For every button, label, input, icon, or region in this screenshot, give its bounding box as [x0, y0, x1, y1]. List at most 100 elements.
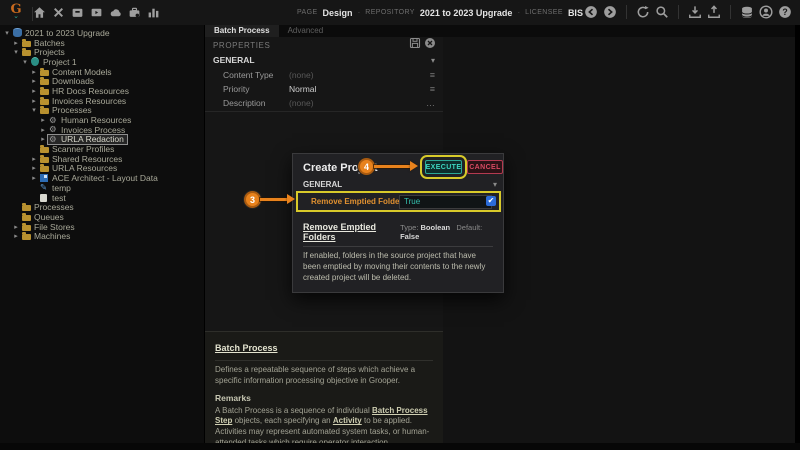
- checkbox-checked[interactable]: ✔: [486, 196, 496, 206]
- tree-item-icon: [22, 232, 33, 241]
- property-value[interactable]: Normal: [289, 84, 430, 94]
- annotation-arrow-4: [374, 165, 410, 168]
- property-value[interactable]: (none): [289, 98, 426, 108]
- tree-item[interactable]: ✎ temp: [0, 183, 204, 193]
- context-breadcrumb: PAGE Design · REPOSITORY 2021 to 2023 Up…: [297, 7, 583, 18]
- expand-icon[interactable]: ▸: [30, 164, 38, 172]
- top-bar: G ⌄ PAGE Design · REPOSITORY 2021 to 202: [0, 0, 800, 26]
- tree-item-label: Machines: [34, 231, 71, 242]
- tree-item-icon: [40, 193, 51, 202]
- tree-item[interactable]: ▸ File Stores: [0, 222, 204, 232]
- expand-icon[interactable]: ▸: [39, 135, 47, 143]
- design-tools-icon[interactable]: [51, 5, 65, 19]
- grooper-logo-icon[interactable]: G ⌄: [7, 3, 25, 22]
- tab-advanced[interactable]: Advanced: [279, 25, 333, 37]
- expand-icon[interactable]: ▸: [30, 68, 38, 76]
- tree-item[interactable]: ▸ Content Models: [0, 67, 204, 77]
- property-row[interactable]: Description (none) …: [205, 96, 443, 110]
- tab-batch-process[interactable]: Batch Process: [205, 25, 279, 37]
- refresh-icon[interactable]: [636, 5, 650, 19]
- expand-icon[interactable]: ▸: [39, 126, 47, 134]
- expand-icon[interactable]: ▸: [30, 97, 38, 105]
- property-label: Priority: [223, 84, 250, 94]
- database-icon[interactable]: [740, 5, 754, 19]
- property-row[interactable]: Priority Normal ≡: [205, 82, 443, 96]
- expand-icon[interactable]: ▾: [21, 58, 29, 66]
- property-value[interactable]: (none): [289, 70, 430, 80]
- cancel-edit-icon[interactable]: [424, 36, 436, 54]
- tree-item-icon: [22, 38, 33, 47]
- expand-icon[interactable]: ▸: [30, 155, 38, 163]
- execute-button[interactable]: EXECUTE: [420, 155, 467, 179]
- expand-icon[interactable]: ▾: [12, 48, 20, 56]
- repository-value: 2021 to 2023 Upgrade: [419, 7, 513, 18]
- tree-item[interactable]: ▸ Invoices Resources: [0, 96, 204, 106]
- tree-item[interactable]: Processes: [0, 202, 204, 212]
- properties-header: PROPERTIES: [205, 37, 443, 53]
- tree-item-icon: [40, 96, 51, 105]
- batches-icon[interactable]: [70, 5, 84, 19]
- property-value-input[interactable]: True: [399, 194, 492, 209]
- remarks-label: Remarks: [215, 392, 251, 403]
- chevron-down-icon[interactable]: ▾: [431, 56, 443, 65]
- expand-icon[interactable]: ▸: [30, 77, 38, 85]
- expand-icon[interactable]: ▾: [3, 29, 11, 37]
- property-row[interactable]: Content Type (none) ≡: [205, 68, 443, 82]
- cancel-button[interactable]: CANCEL: [467, 160, 503, 174]
- tab-bar: Batch Process Advanced: [205, 25, 443, 37]
- dialog-help-body: If enabled, folders in the source projec…: [303, 251, 486, 283]
- property-action-icon[interactable]: ≡: [430, 84, 443, 94]
- tree-item[interactable]: ▸ Machines: [0, 231, 204, 241]
- svg-text:?: ?: [782, 7, 787, 17]
- media-icon[interactable]: [89, 5, 103, 19]
- property-action-icon[interactable]: ≡: [430, 70, 443, 80]
- upload-icon[interactable]: [707, 5, 721, 19]
- tree-item[interactable]: ▾ Projects: [0, 47, 204, 57]
- activity-link[interactable]: Activity: [333, 416, 362, 425]
- create-project-dialog: Create Project EXECUTE CANCEL GENERAL ▾ …: [292, 153, 504, 293]
- tree-item[interactable]: Queues: [0, 212, 204, 222]
- tree: ▾ 2021 to 2023 Upgrade ▸ Batches ▾ Proje…: [0, 25, 204, 241]
- expand-icon[interactable]: ▸: [12, 223, 20, 231]
- download-icon[interactable]: [688, 5, 702, 19]
- general-group-header[interactable]: GENERAL ▾: [205, 53, 443, 67]
- stats-icon[interactable]: [146, 5, 160, 19]
- tree-item-icon: [40, 154, 51, 163]
- annotation-arrowhead-3: [287, 194, 295, 204]
- save-icon[interactable]: [409, 36, 421, 54]
- property-action-icon[interactable]: …: [426, 98, 443, 108]
- tree-item[interactable]: ▸ Batches: [0, 38, 204, 48]
- tree-item-icon: [31, 57, 42, 67]
- property-label: Description: [223, 98, 266, 108]
- forward-icon[interactable]: [603, 5, 617, 19]
- tree-item[interactable]: ▸ ACE Architect - Layout Data: [0, 173, 204, 183]
- cloud-icon[interactable]: [108, 5, 122, 19]
- licensee-value: BIS: [567, 7, 583, 18]
- properties-title: PROPERTIES: [213, 40, 271, 50]
- tree-item-icon: [40, 67, 51, 76]
- expand-icon[interactable]: ▸: [39, 116, 47, 124]
- expand-icon[interactable]: ▸: [30, 87, 38, 95]
- tree-item-icon: [22, 48, 33, 57]
- jobs-icon[interactable]: [127, 5, 141, 19]
- expand-icon[interactable]: ▸: [12, 232, 20, 240]
- dialog-help-panel: Remove Emptied Folders Type: Boolean Def…: [293, 216, 503, 292]
- user-icon[interactable]: [759, 5, 773, 19]
- back-icon[interactable]: [584, 5, 598, 19]
- home-icon[interactable]: [32, 5, 46, 19]
- topbar-divider: [626, 5, 627, 19]
- expand-icon[interactable]: ▸: [12, 39, 20, 47]
- remove-emptied-folders-row[interactable]: Remove Emptied Folders True ✔: [296, 191, 501, 212]
- help-title: Batch Process: [215, 343, 278, 353]
- help-icon[interactable]: ?: [778, 5, 792, 19]
- expand-icon[interactable]: ▾: [30, 106, 38, 114]
- search-icon[interactable]: [655, 5, 669, 19]
- property-label: Content Type: [223, 70, 274, 80]
- chevron-down-icon[interactable]: ▾: [493, 180, 505, 189]
- dialog-help-title: Remove Emptied Folders: [303, 222, 377, 242]
- dialog-general-group-header[interactable]: GENERAL ▾: [293, 178, 505, 191]
- licensee-label: LICENSEE: [525, 9, 563, 16]
- expand-icon[interactable]: ▸: [30, 174, 38, 182]
- tree-item-icon: [40, 77, 51, 86]
- tree-item-icon: [40, 106, 51, 115]
